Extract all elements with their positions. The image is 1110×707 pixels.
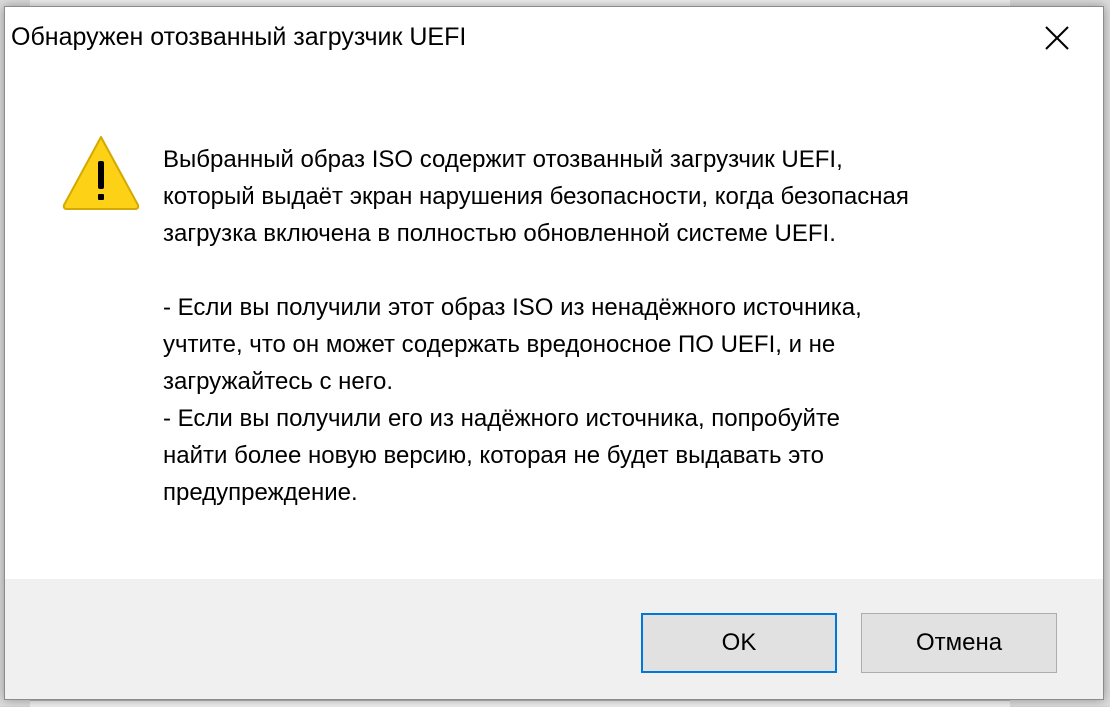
ok-button[interactable]: OK <box>641 613 837 673</box>
dialog-title: Обнаружен отозванный загрузчик UEFI <box>11 23 467 51</box>
message-line: - Если вы получили этот образ ISO из нен… <box>163 294 862 321</box>
warning-message: Выбранный образ ISO содержит отозванный … <box>163 141 1063 511</box>
cancel-button[interactable]: Отмена <box>861 613 1057 673</box>
title-bar[interactable]: Обнаружен отозванный загрузчик UEFI <box>5 7 1103 71</box>
dialog-content: Выбранный образ ISO содержит отозванный … <box>5 71 1103 579</box>
message-line: - Если вы получили его из надёжного исто… <box>163 405 841 432</box>
close-button[interactable] <box>1011 7 1103 69</box>
revoked-bootloader-dialog: Обнаружен отозванный загрузчик UEFI Выбр… <box>4 6 1104 700</box>
message-line: предупреждение. <box>163 479 358 506</box>
message-line: загрузка включена в полностью обновленно… <box>163 220 836 247</box>
message-line: найти более новую версию, которая не буд… <box>163 442 824 469</box>
message-line: который выдаёт экран нарушения безопасно… <box>163 183 909 210</box>
close-icon <box>1045 26 1069 50</box>
message-line: Выбранный образ ISO содержит отозванный … <box>163 146 843 173</box>
warning-icon <box>62 136 140 210</box>
button-bar: OK Отмена <box>5 579 1103 699</box>
message-line: учтите, что он может содержать вредоносн… <box>163 331 836 358</box>
message-line: загружайтесь с него. <box>163 368 394 395</box>
